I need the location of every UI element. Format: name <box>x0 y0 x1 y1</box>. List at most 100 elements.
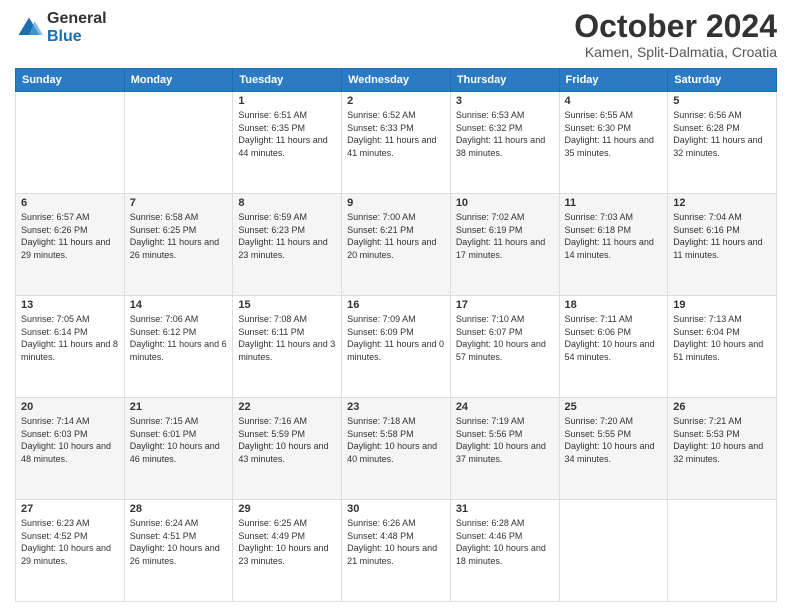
day-number: 14 <box>130 299 228 311</box>
location: Kamen, Split-Dalmatia, Croatia <box>574 44 777 60</box>
day-number: 23 <box>347 401 445 413</box>
day-number: 30 <box>347 503 445 515</box>
day-number: 31 <box>456 503 554 515</box>
day-number: 2 <box>347 95 445 107</box>
day-number: 11 <box>565 197 663 209</box>
day-info: Sunrise: 6:56 AM Sunset: 6:28 PM Dayligh… <box>673 109 771 159</box>
day-number: 12 <box>673 197 771 209</box>
calendar-cell: 18 Sunrise: 7:11 AM Sunset: 6:06 PM Dayli… <box>559 296 668 398</box>
day-info: Sunrise: 7:16 AM Sunset: 5:59 PM Dayligh… <box>238 415 336 465</box>
calendar-cell: 22 Sunrise: 7:16 AM Sunset: 5:59 PM Dayli… <box>233 398 342 500</box>
day-info: Sunrise: 7:21 AM Sunset: 5:53 PM Dayligh… <box>673 415 771 465</box>
month-title: October 2024 <box>574 10 777 42</box>
calendar-cell <box>124 92 233 194</box>
day-number: 20 <box>21 401 119 413</box>
calendar-cell: 12 Sunrise: 7:04 AM Sunset: 6:16 PM Dayli… <box>668 194 777 296</box>
logo: General Blue <box>15 10 107 45</box>
calendar-cell: 9 Sunrise: 7:00 AM Sunset: 6:21 PM Daylig… <box>342 194 451 296</box>
day-info: Sunrise: 7:02 AM Sunset: 6:19 PM Dayligh… <box>456 211 554 261</box>
day-number: 18 <box>565 299 663 311</box>
day-info: Sunrise: 7:06 AM Sunset: 6:12 PM Dayligh… <box>130 313 228 363</box>
calendar-cell: 20Sunrise: 7:14 AM Sunset: 6:03 PM Dayli… <box>16 398 125 500</box>
calendar-cell: 13Sunrise: 7:05 AM Sunset: 6:14 PM Dayli… <box>16 296 125 398</box>
day-info: Sunrise: 7:04 AM Sunset: 6:16 PM Dayligh… <box>673 211 771 261</box>
calendar-cell: 27 Sunrise: 6:23 AM Sunset: 4:52 PM Dayli… <box>16 500 125 602</box>
calendar-week-row: 1Sunrise: 6:51 AM Sunset: 6:35 PM Daylig… <box>16 92 777 194</box>
day-info: Sunrise: 6:52 AM Sunset: 6:33 PM Dayligh… <box>347 109 445 159</box>
calendar-cell: 21Sunrise: 7:15 AM Sunset: 6:01 PM Dayli… <box>124 398 233 500</box>
title-section: October 2024 Kamen, Split-Dalmatia, Croa… <box>574 10 777 60</box>
calendar-table: SundayMondayTuesdayWednesdayThursdayFrid… <box>15 68 777 602</box>
calendar-header-row: SundayMondayTuesdayWednesdayThursdayFrid… <box>16 69 777 92</box>
day-number: 5 <box>673 95 771 107</box>
day-info: Sunrise: 6:23 AM Sunset: 4:52 PM Dayligh… <box>21 517 119 567</box>
day-number: 28 <box>130 503 228 515</box>
day-info: Sunrise: 6:59 AM Sunset: 6:23 PM Dayligh… <box>238 211 336 261</box>
day-number: 21 <box>130 401 228 413</box>
calendar-week-row: 27 Sunrise: 6:23 AM Sunset: 4:52 PM Dayli… <box>16 500 777 602</box>
day-info: Sunrise: 6:28 AM Sunset: 4:46 PM Dayligh… <box>456 517 554 567</box>
header: General Blue October 2024 Kamen, Split-D… <box>15 10 777 60</box>
logo-text: General Blue <box>47 10 107 45</box>
calendar-day-header: Friday <box>559 69 668 92</box>
day-info: Sunrise: 7:09 AM Sunset: 6:09 PM Dayligh… <box>347 313 445 363</box>
day-info: Sunrise: 7:20 AM Sunset: 5:55 PM Dayligh… <box>565 415 663 465</box>
day-number: 24 <box>456 401 554 413</box>
day-number: 27 <box>21 503 119 515</box>
calendar-cell: 10 Sunrise: 7:02 AM Sunset: 6:19 PM Dayli… <box>450 194 559 296</box>
day-info: Sunrise: 7:19 AM Sunset: 5:56 PM Dayligh… <box>456 415 554 465</box>
logo-general: General <box>47 10 107 28</box>
day-info: Sunrise: 6:51 AM Sunset: 6:35 PM Dayligh… <box>238 109 336 159</box>
page: General Blue October 2024 Kamen, Split-D… <box>0 0 792 612</box>
calendar-cell: 24 Sunrise: 7:19 AM Sunset: 5:56 PM Dayli… <box>450 398 559 500</box>
day-number: 19 <box>673 299 771 311</box>
calendar-cell: 5 Sunrise: 6:56 AM Sunset: 6:28 PM Daylig… <box>668 92 777 194</box>
calendar-cell: 2 Sunrise: 6:52 AM Sunset: 6:33 PM Daylig… <box>342 92 451 194</box>
day-number: 8 <box>238 197 336 209</box>
day-number: 22 <box>238 401 336 413</box>
calendar-cell: 14 Sunrise: 7:06 AM Sunset: 6:12 PM Dayli… <box>124 296 233 398</box>
day-info: Sunrise: 6:26 AM Sunset: 4:48 PM Dayligh… <box>347 517 445 567</box>
day-number: 9 <box>347 197 445 209</box>
calendar-cell: 17Sunrise: 7:10 AM Sunset: 6:07 PM Dayli… <box>450 296 559 398</box>
day-number: 10 <box>456 197 554 209</box>
day-number: 4 <box>565 95 663 107</box>
calendar-cell: 6 Sunrise: 6:57 AM Sunset: 6:26 PM Daylig… <box>16 194 125 296</box>
day-number: 3 <box>456 95 554 107</box>
calendar-cell: 1Sunrise: 6:51 AM Sunset: 6:35 PM Daylig… <box>233 92 342 194</box>
calendar-cell: 16 Sunrise: 7:09 AM Sunset: 6:09 PM Dayli… <box>342 296 451 398</box>
day-info: Sunrise: 6:57 AM Sunset: 6:26 PM Dayligh… <box>21 211 119 261</box>
calendar-cell: 26 Sunrise: 7:21 AM Sunset: 5:53 PM Dayli… <box>668 398 777 500</box>
calendar-week-row: 13Sunrise: 7:05 AM Sunset: 6:14 PM Dayli… <box>16 296 777 398</box>
day-number: 26 <box>673 401 771 413</box>
calendar-cell: 19Sunrise: 7:13 AM Sunset: 6:04 PM Dayli… <box>668 296 777 398</box>
calendar-cell <box>559 500 668 602</box>
calendar-day-header: Thursday <box>450 69 559 92</box>
calendar-cell: 25 Sunrise: 7:20 AM Sunset: 5:55 PM Dayli… <box>559 398 668 500</box>
day-info: Sunrise: 7:00 AM Sunset: 6:21 PM Dayligh… <box>347 211 445 261</box>
calendar-week-row: 20Sunrise: 7:14 AM Sunset: 6:03 PM Dayli… <box>16 398 777 500</box>
calendar-cell: 7Sunrise: 6:58 AM Sunset: 6:25 PM Daylig… <box>124 194 233 296</box>
day-number: 16 <box>347 299 445 311</box>
calendar-cell <box>668 500 777 602</box>
day-info: Sunrise: 6:55 AM Sunset: 6:30 PM Dayligh… <box>565 109 663 159</box>
day-info: Sunrise: 6:58 AM Sunset: 6:25 PM Dayligh… <box>130 211 228 261</box>
calendar-day-header: Sunday <box>16 69 125 92</box>
calendar-cell: 3Sunrise: 6:53 AM Sunset: 6:32 PM Daylig… <box>450 92 559 194</box>
day-info: Sunrise: 7:18 AM Sunset: 5:58 PM Dayligh… <box>347 415 445 465</box>
logo-blue: Blue <box>47 28 107 46</box>
day-info: Sunrise: 7:10 AM Sunset: 6:07 PM Dayligh… <box>456 313 554 363</box>
calendar-cell: 15Sunrise: 7:08 AM Sunset: 6:11 PM Dayli… <box>233 296 342 398</box>
calendar-cell: 31 Sunrise: 6:28 AM Sunset: 4:46 PM Dayli… <box>450 500 559 602</box>
day-info: Sunrise: 7:11 AM Sunset: 6:06 PM Dayligh… <box>565 313 663 363</box>
day-number: 25 <box>565 401 663 413</box>
day-number: 6 <box>21 197 119 209</box>
calendar-day-header: Wednesday <box>342 69 451 92</box>
calendar-cell: 29Sunrise: 6:25 AM Sunset: 4:49 PM Dayli… <box>233 500 342 602</box>
logo-icon <box>15 14 43 42</box>
calendar-day-header: Saturday <box>668 69 777 92</box>
calendar-cell: 8 Sunrise: 6:59 AM Sunset: 6:23 PM Daylig… <box>233 194 342 296</box>
day-info: Sunrise: 6:25 AM Sunset: 4:49 PM Dayligh… <box>238 517 336 567</box>
calendar-cell: 4 Sunrise: 6:55 AM Sunset: 6:30 PM Daylig… <box>559 92 668 194</box>
calendar-cell: 28Sunrise: 6:24 AM Sunset: 4:51 PM Dayli… <box>124 500 233 602</box>
